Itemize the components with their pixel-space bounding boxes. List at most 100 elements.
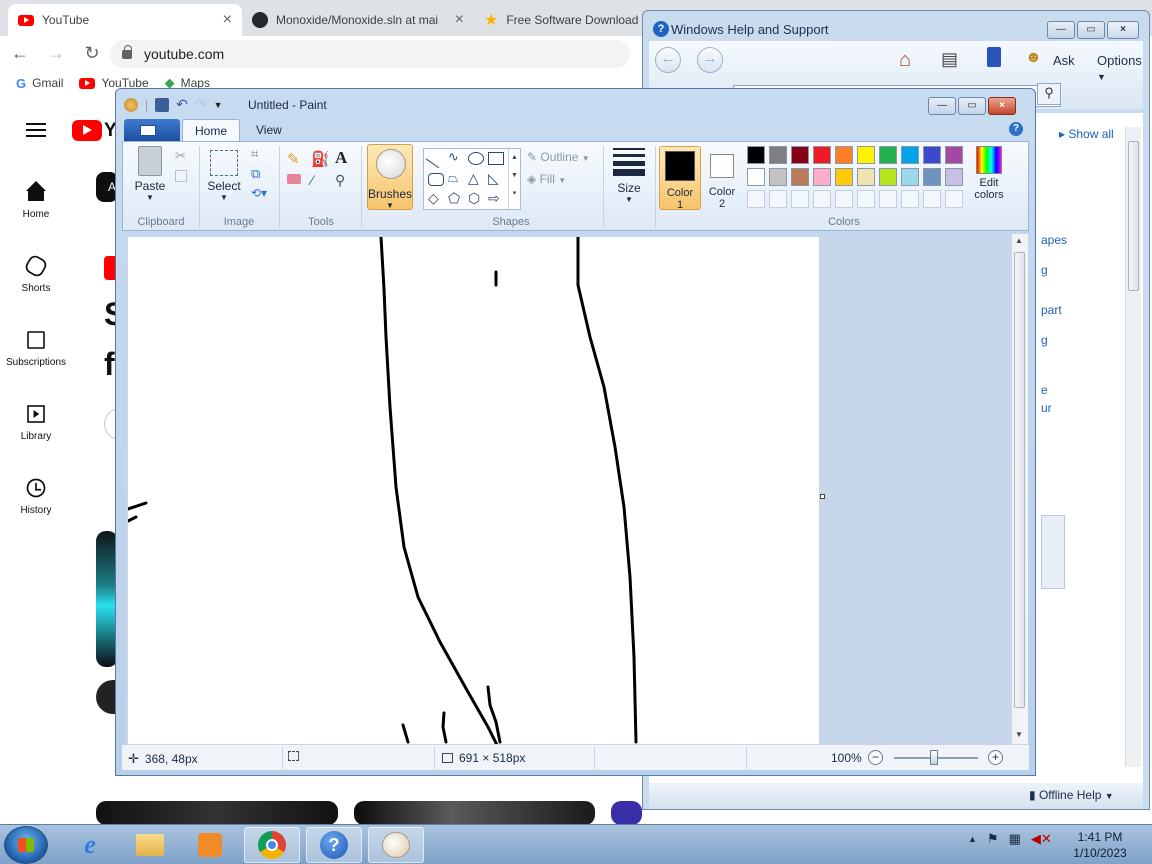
palette-color-swatch[interactable] [791, 146, 809, 164]
home-icon[interactable]: ⌂ [899, 49, 911, 72]
palette-empty-swatch[interactable] [923, 190, 941, 208]
curve-shape-icon[interactable]: ∿ [448, 150, 464, 165]
reload-icon[interactable]: ↻ [76, 37, 108, 69]
taskbar-internet-explorer[interactable]: e [62, 827, 118, 863]
palette-empty-swatch[interactable] [835, 190, 853, 208]
pentagon-shape-icon[interactable]: ⬠ [448, 191, 464, 206]
size-button[interactable]: Size ▼ [609, 146, 649, 204]
help-link[interactable]: ur [1041, 401, 1052, 415]
options-menu[interactable]: Options ▼ [1097, 53, 1143, 83]
nav-home[interactable]: Home [0, 181, 72, 220]
palette-color-swatch[interactable] [747, 146, 765, 164]
arrow-shape-icon[interactable]: ⇨ [488, 191, 504, 206]
zoom-out-icon[interactable]: − [868, 750, 883, 765]
taskbar-explorer[interactable] [122, 827, 178, 863]
volume-muted-icon[interactable]: ◀✕ [1031, 831, 1052, 847]
hexagon-shape-icon[interactable]: ⬡ [468, 191, 484, 206]
color-picker-icon[interactable]: ⁄ [311, 172, 327, 188]
help-link[interactable]: part [1041, 303, 1062, 317]
polygon-shape-icon[interactable]: ⏢ [448, 171, 464, 186]
help-icon[interactable]: ? [1009, 122, 1023, 136]
palette-color-swatch[interactable] [813, 168, 831, 186]
palette-empty-swatch[interactable] [879, 190, 897, 208]
magnifier-icon[interactable]: ⚲ [335, 172, 351, 188]
palette-color-swatch[interactable] [857, 168, 875, 186]
drawing-canvas[interactable] [126, 235, 819, 744]
palette-color-swatch[interactable] [747, 168, 765, 186]
help-link[interactable]: g [1041, 263, 1048, 277]
canvas-resize-handle[interactable] [820, 494, 825, 499]
edit-colors-button[interactable]: Edit colors [967, 146, 1011, 201]
browse-help-icon[interactable] [987, 47, 1001, 67]
select-button[interactable]: Select ▼ [203, 146, 245, 202]
resize-icon[interactable]: ⧉ [251, 166, 267, 182]
palette-color-swatch[interactable] [901, 146, 919, 164]
palette-color-swatch[interactable] [879, 146, 897, 164]
clock[interactable]: 1:41 PM 1/10/2023 [1062, 829, 1138, 861]
tab-free-software[interactable]: ★ Free Software Download F [474, 4, 654, 36]
paint-menu-button[interactable] [124, 119, 180, 141]
palette-color-swatch[interactable] [923, 168, 941, 186]
palette-empty-swatch[interactable] [769, 190, 787, 208]
palette-color-swatch[interactable] [945, 168, 963, 186]
color1-button[interactable]: Color 1 [659, 146, 701, 211]
palette-color-swatch[interactable] [791, 168, 809, 186]
close-tab-icon[interactable]: × [223, 11, 232, 29]
palette-color-swatch[interactable] [835, 168, 853, 186]
palette-color-swatch[interactable] [857, 146, 875, 164]
help-link[interactable]: e [1041, 383, 1048, 397]
help-link[interactable]: g [1041, 333, 1048, 347]
fill-bucket-icon[interactable]: ⛽ [311, 150, 330, 168]
tab-view[interactable]: View [244, 119, 294, 141]
palette-color-swatch[interactable] [835, 146, 853, 164]
youtube-logo-icon[interactable] [72, 120, 102, 141]
video-thumbnail[interactable] [354, 801, 595, 825]
palette-color-swatch[interactable] [923, 146, 941, 164]
ask-button[interactable]: Ask [1053, 53, 1075, 68]
rectangle-shape-icon[interactable] [488, 152, 504, 165]
tab-youtube[interactable]: YouTube × [8, 4, 242, 36]
start-button-icon[interactable] [4, 826, 48, 864]
zoom-in-icon[interactable]: + [988, 750, 1003, 765]
nav-shorts[interactable]: Shorts [0, 253, 72, 294]
taskbar-paint[interactable] [368, 827, 424, 863]
right-triangle-shape-icon[interactable]: ◺ [488, 171, 504, 186]
palette-empty-swatch[interactable] [945, 190, 963, 208]
scrollbar-thumb[interactable] [1128, 141, 1139, 291]
palette-empty-swatch[interactable] [813, 190, 831, 208]
maximize-button[interactable]: ▭ [1077, 21, 1105, 39]
palette-color-swatch[interactable] [879, 168, 897, 186]
pencil-icon[interactable]: ✎ [287, 150, 303, 168]
close-button[interactable]: × [988, 97, 1016, 115]
undo-icon[interactable]: ↶ [176, 96, 188, 113]
minimize-button[interactable]: — [928, 97, 956, 115]
minimize-button[interactable]: — [1047, 21, 1075, 39]
bookmark-gmail[interactable]: G Gmail [16, 76, 63, 91]
maximize-button[interactable]: ▭ [958, 97, 986, 115]
forward-arrow-icon[interactable]: → [697, 47, 723, 73]
canvas-scrollbar[interactable]: ▲ ▼ [1012, 234, 1028, 744]
diamond-shape-icon[interactable]: ◇ [428, 191, 444, 206]
paint-app-icon[interactable] [124, 97, 138, 112]
rotate-icon[interactable]: ⟲▾ [251, 186, 267, 202]
help-link[interactable]: apes [1041, 233, 1067, 247]
shapes-scroll[interactable]: ▲ ▼ ▾ [508, 149, 520, 209]
palette-empty-swatch[interactable] [901, 190, 919, 208]
cut-icon[interactable]: ✂ [175, 148, 191, 164]
palette-empty-swatch[interactable] [857, 190, 875, 208]
brushes-button[interactable]: Brushes ▼ [367, 144, 413, 210]
crop-icon[interactable]: ⌗ [251, 146, 267, 162]
video-thumbnail[interactable] [96, 801, 338, 825]
show-all-link[interactable]: ▸ Show all [1059, 127, 1114, 141]
oval-shape-icon[interactable] [468, 152, 484, 165]
taskbar-chrome[interactable] [244, 827, 300, 863]
nav-subscriptions[interactable]: Subscriptions [0, 329, 72, 368]
search-icon[interactable]: ⚲ [1037, 83, 1061, 105]
palette-empty-swatch[interactable] [747, 190, 765, 208]
palette-empty-swatch[interactable] [791, 190, 809, 208]
zoom-slider-thumb[interactable] [930, 750, 938, 765]
action-center-flag-icon[interactable]: ⚑ [987, 831, 999, 847]
hamburger-menu-icon[interactable] [26, 123, 46, 137]
taskbar-help-and-support[interactable]: ? [306, 827, 362, 863]
eraser-icon[interactable] [287, 174, 301, 184]
